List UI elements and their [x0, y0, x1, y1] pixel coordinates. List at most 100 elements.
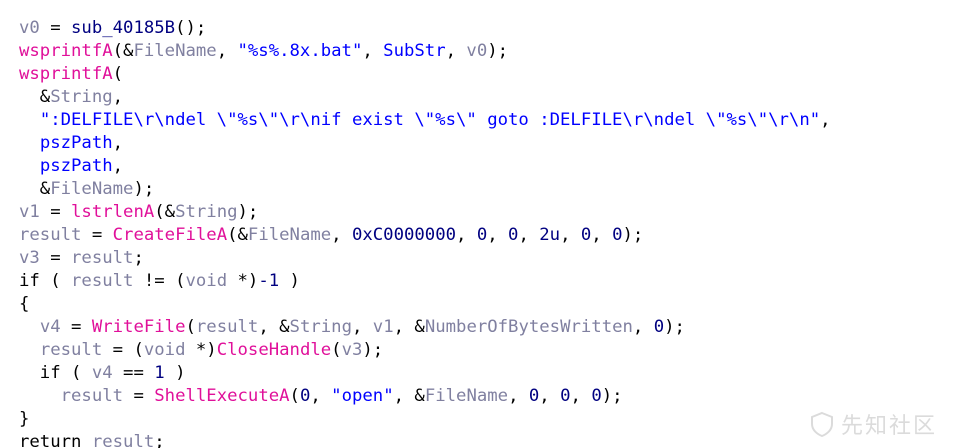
code-token-plain[interactable]: =	[40, 202, 71, 222]
code-token-plain[interactable]: ;	[133, 248, 143, 268]
code-token-plain[interactable]: );	[623, 225, 644, 245]
code-token-variable[interactable]: v3	[342, 340, 363, 360]
code-token-variable[interactable]: void	[144, 340, 186, 360]
code-line[interactable]: return result;	[19, 431, 831, 448]
code-listing[interactable]: v0 = sub_40185B(); wsprintfA(&FileName, "…	[19, 17, 831, 448]
code-token-plain[interactable]: ,	[446, 41, 467, 61]
code-token-plain[interactable]: );	[602, 386, 623, 406]
code-token-plain[interactable]: , &	[394, 386, 425, 406]
code-token-plain[interactable]: ,	[820, 110, 830, 130]
code-token-string[interactable]: ":DELFILE\r\ndel \"%s\"\r\nif exist \"%s…	[40, 110, 820, 130]
code-line[interactable]: }	[19, 408, 831, 431]
code-token-number[interactable]: 0	[581, 225, 591, 245]
code-line[interactable]: if ( v4 == 1 )	[19, 362, 831, 385]
code-line[interactable]: result = (void *)CloseHandle(v3);	[19, 339, 831, 362]
code-token-variable[interactable]: v3	[19, 248, 40, 268]
code-token-variable[interactable]: v4	[92, 363, 113, 383]
code-token-variable[interactable]: NumberOfBytesWritten	[425, 317, 633, 337]
code-token-variable[interactable]: FileName	[50, 179, 133, 199]
code-token-plain[interactable]: ();	[175, 18, 206, 38]
code-token-plain[interactable]	[19, 110, 40, 130]
code-token-plain[interactable]: , &	[394, 317, 425, 337]
code-token-plain[interactable]: if (	[19, 271, 71, 291]
code-token-plain[interactable]: ,	[633, 317, 654, 337]
code-token-plain[interactable]	[19, 340, 40, 360]
code-token-variable[interactable]: v0	[466, 41, 487, 61]
code-token-plain[interactable]: if (	[19, 363, 92, 383]
code-token-plain[interactable]: ,	[113, 133, 123, 153]
code-token-plain[interactable]	[19, 156, 40, 176]
code-token-plain[interactable]: ,	[352, 317, 373, 337]
code-line[interactable]: pszPath,	[19, 155, 831, 178]
code-token-plain[interactable]: );	[487, 41, 508, 61]
code-token-global[interactable]: pszPath	[40, 156, 113, 176]
code-token-function[interactable]: wsprintfA	[19, 41, 113, 61]
code-token-variable[interactable]: FileName	[248, 225, 331, 245]
code-token-variable[interactable]: String	[50, 87, 112, 107]
code-token-plain[interactable]: (	[185, 317, 195, 337]
code-token-function[interactable]: wsprintfA	[19, 64, 113, 84]
code-token-plain[interactable]: ,	[362, 41, 383, 61]
code-token-plain[interactable]: );	[133, 179, 154, 199]
code-token-number[interactable]: 0	[529, 386, 539, 406]
code-token-plain[interactable]: ,	[487, 225, 508, 245]
code-line[interactable]: result = ShellExecuteA(0, "open", &FileN…	[19, 385, 831, 408]
code-token-plain[interactable]: = (	[102, 340, 144, 360]
code-token-string[interactable]: "%s%.8x.bat"	[238, 41, 363, 61]
code-token-plain[interactable]: ,	[310, 386, 331, 406]
code-token-plain[interactable]: ,	[113, 156, 123, 176]
code-token-plain[interactable]: );	[664, 317, 685, 337]
code-line[interactable]: {	[19, 293, 831, 316]
code-token-plain[interactable]: , &	[258, 317, 289, 337]
code-token-plain[interactable]: );	[238, 202, 259, 222]
code-token-variable[interactable]: FileName	[133, 41, 216, 61]
code-token-variable[interactable]: void	[186, 271, 228, 291]
code-token-number[interactable]: -1	[258, 271, 279, 291]
code-token-string[interactable]: "open"	[331, 386, 393, 406]
code-token-number[interactable]: 0	[612, 225, 622, 245]
code-token-function[interactable]: CloseHandle	[217, 340, 331, 360]
code-token-plain[interactable]: =	[61, 317, 92, 337]
code-token-plain[interactable]: ,	[456, 225, 477, 245]
code-token-plain[interactable]: ,	[539, 386, 560, 406]
code-token-global[interactable]: SubStr	[383, 41, 445, 61]
code-token-plain[interactable]: =	[40, 18, 71, 38]
code-token-function[interactable]: ShellExecuteA	[154, 386, 289, 406]
code-token-plain[interactable]: &	[19, 87, 50, 107]
code-token-number[interactable]: 0	[477, 225, 487, 245]
code-token-plain[interactable]: ,	[518, 225, 539, 245]
code-token-plain[interactable]: *)	[186, 340, 217, 360]
code-token-variable[interactable]: String	[290, 317, 352, 337]
pseudocode-view[interactable]: v0 = sub_40185B(); wsprintfA(&FileName, "…	[0, 0, 953, 448]
code-token-function[interactable]: CreateFileA	[113, 225, 227, 245]
code-line[interactable]: &FileName);	[19, 178, 831, 201]
code-token-plain[interactable]	[19, 386, 61, 406]
code-token-variable[interactable]: result	[196, 317, 258, 337]
code-token-variable[interactable]: v4	[40, 317, 61, 337]
code-line[interactable]: ":DELFILE\r\ndel \"%s\"\r\nif exist \"%s…	[19, 109, 831, 132]
code-line[interactable]: wsprintfA(&FileName, "%s%.8x.bat", SubSt…	[19, 40, 831, 63]
code-line[interactable]: result = CreateFileA(&FileName, 0xC00000…	[19, 224, 831, 247]
code-token-number[interactable]: 0xC0000000	[352, 225, 456, 245]
code-token-variable[interactable]: result	[92, 432, 154, 448]
code-token-plain[interactable]: &	[19, 179, 50, 199]
code-token-number[interactable]: 0	[591, 386, 601, 406]
code-token-plain[interactable]: =	[81, 225, 112, 245]
code-token-plain[interactable]: {	[19, 294, 29, 314]
code-token-plain[interactable]: );	[362, 340, 383, 360]
code-token-number[interactable]: sub_40185B	[71, 18, 175, 38]
code-token-variable[interactable]: result	[71, 271, 133, 291]
code-token-variable[interactable]: result	[19, 225, 81, 245]
code-line[interactable]: v3 = result;	[19, 247, 831, 270]
code-token-number[interactable]: 0	[560, 386, 570, 406]
code-token-variable[interactable]: result	[61, 386, 123, 406]
code-token-variable[interactable]: v1	[19, 202, 40, 222]
code-line[interactable]: if ( result != (void *)-1 )	[19, 270, 831, 293]
code-line[interactable]: v0 = sub_40185B();	[19, 17, 831, 40]
code-token-number[interactable]: 0	[300, 386, 310, 406]
code-token-plain[interactable]: ,	[508, 386, 529, 406]
code-token-variable[interactable]: v0	[19, 18, 40, 38]
code-token-plain[interactable]: )	[165, 363, 185, 383]
code-token-number[interactable]: 0	[508, 225, 518, 245]
code-token-plain[interactable]: ,	[331, 225, 352, 245]
